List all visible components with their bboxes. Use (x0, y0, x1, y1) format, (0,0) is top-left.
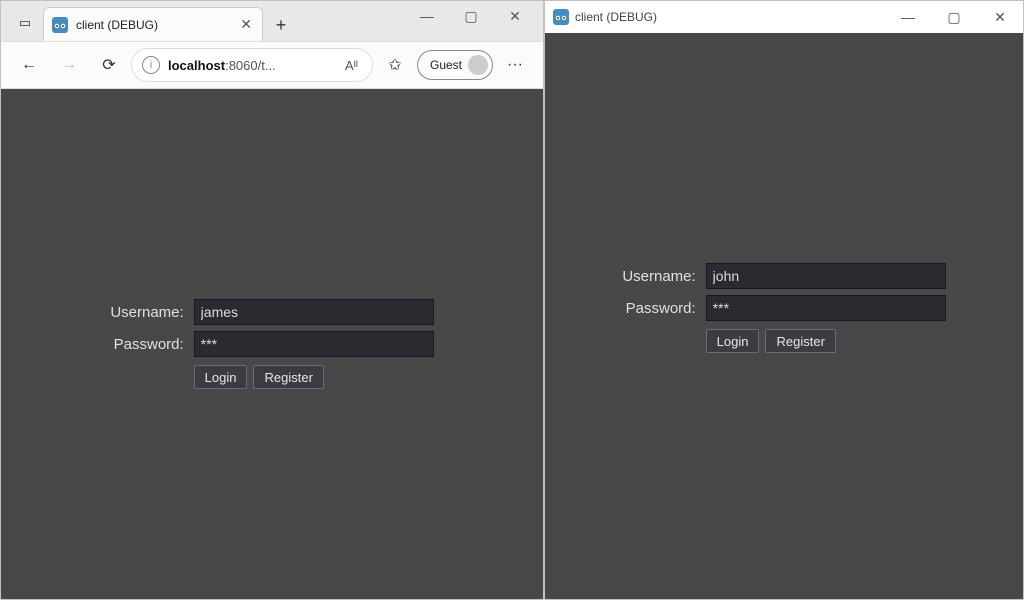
browser-window: ▭ client (DEBUG) ✕ + — ▢ ✕ ← → ⟳ i local… (0, 0, 544, 600)
native-viewport: Username: Password: Login Register (545, 33, 1023, 599)
avatar-icon (468, 55, 488, 75)
window-title: client (DEBUG) (575, 10, 885, 24)
site-info-icon[interactable]: i (142, 56, 160, 74)
browser-window-controls: — ▢ ✕ (405, 1, 537, 31)
close-icon[interactable]: ✕ (977, 1, 1023, 33)
password-input[interactable] (706, 295, 946, 321)
minimize-icon[interactable]: — (885, 1, 931, 33)
native-window-controls: — ▢ ✕ (885, 1, 1023, 33)
profile-label: Guest (430, 58, 462, 72)
username-input[interactable] (194, 299, 434, 325)
url-text: localhost:8060/t... (168, 58, 333, 73)
login-button[interactable]: Login (194, 365, 248, 389)
login-form: Username: Password: Login Register (110, 299, 433, 389)
register-button[interactable]: Register (765, 329, 835, 353)
maximize-icon[interactable]: ▢ (449, 1, 493, 31)
login-button[interactable]: Login (706, 329, 760, 353)
tab-title: client (DEBUG) (76, 18, 232, 32)
username-label: Username: (622, 268, 697, 285)
back-button[interactable]: ← (11, 47, 47, 83)
password-label: Password: (622, 300, 697, 317)
username-label: Username: (110, 304, 185, 321)
minimize-icon[interactable]: — (405, 1, 449, 31)
button-row: Login Register (194, 365, 434, 389)
tab-strip: ▭ client (DEBUG) ✕ + — ▢ ✕ (1, 1, 543, 41)
username-input[interactable] (706, 263, 946, 289)
tab-close-icon[interactable]: ✕ (240, 16, 252, 33)
register-button[interactable]: Register (253, 365, 323, 389)
favorites-icon[interactable]: ✩ (377, 47, 413, 83)
reader-mode-icon[interactable]: Aᴵᴵ (341, 58, 362, 73)
native-window: client (DEBUG) — ▢ ✕ Username: Password:… (544, 0, 1024, 600)
password-input[interactable] (194, 331, 434, 357)
browser-toolbar: ← → ⟳ i localhost:8060/t... Aᴵᴵ ✩ Guest … (1, 41, 543, 89)
maximize-icon[interactable]: ▢ (931, 1, 977, 33)
address-bar[interactable]: i localhost:8060/t... Aᴵᴵ (131, 48, 373, 82)
new-tab-button[interactable]: + (265, 9, 297, 41)
browser-viewport: Username: Password: Login Register (1, 89, 543, 599)
more-menu-button[interactable]: ··· (497, 47, 533, 83)
close-icon[interactable]: ✕ (493, 1, 537, 31)
forward-button[interactable]: → (51, 47, 87, 83)
godot-app-icon (553, 9, 569, 25)
browser-tab[interactable]: client (DEBUG) ✕ (43, 7, 263, 41)
login-form: Username: Password: Login Register (622, 263, 945, 353)
reload-button[interactable]: ⟳ (91, 47, 127, 83)
profile-button[interactable]: Guest (417, 50, 493, 80)
titlebar: client (DEBUG) — ▢ ✕ (545, 1, 1023, 33)
button-row: Login Register (706, 329, 946, 353)
tab-panel-icon[interactable]: ▭ (7, 5, 43, 41)
password-label: Password: (110, 336, 185, 353)
godot-favicon-icon (52, 17, 68, 33)
